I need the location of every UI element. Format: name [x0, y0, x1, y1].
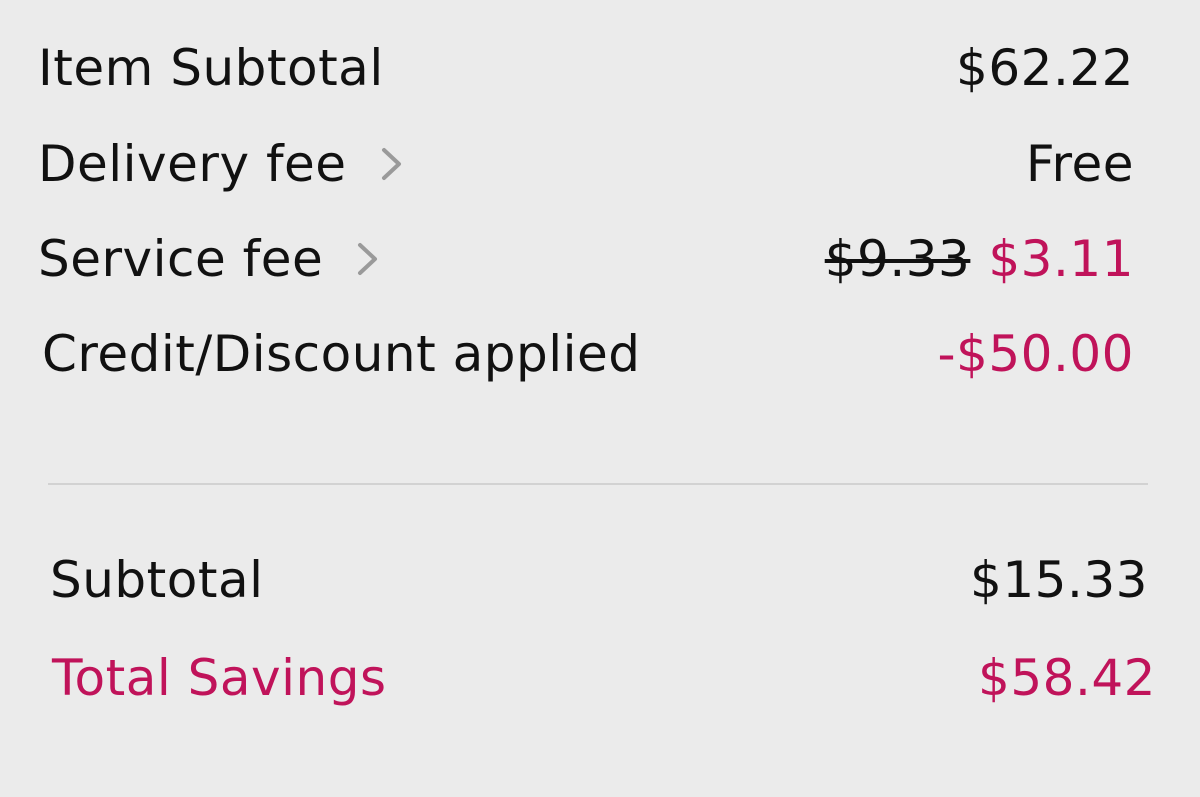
delivery-fee-value: Free	[1025, 135, 1134, 193]
delivery-fee-label-group: Delivery fee	[38, 135, 405, 193]
subtotal-value: $15.33	[970, 551, 1148, 609]
item-subtotal-row: Item Subtotal $62.22	[38, 36, 1134, 100]
item-subtotal-value: $62.22	[956, 39, 1134, 97]
credit-discount-row: Credit/Discount applied -$50.00	[42, 322, 1134, 386]
total-savings-label: Total Savings	[52, 649, 387, 707]
service-fee-label: Service fee	[38, 230, 324, 288]
service-fee-label-group: Service fee	[38, 230, 381, 288]
total-savings-value: $58.42	[978, 649, 1156, 707]
service-fee-value-group: $9.33 $3.11	[825, 230, 1134, 288]
credit-discount-value: -$50.00	[937, 325, 1134, 383]
item-subtotal-label: Item Subtotal	[38, 39, 384, 97]
subtotal-row: Subtotal $15.33	[50, 548, 1148, 612]
credit-discount-label: Credit/Discount applied	[42, 325, 641, 383]
service-fee-discounted-value: $3.11	[988, 230, 1134, 288]
order-summary: Item Subtotal $62.22 Delivery fee Free S…	[0, 0, 1200, 797]
delivery-fee-label: Delivery fee	[38, 135, 347, 193]
chevron-right-icon[interactable]	[355, 239, 381, 279]
delivery-fee-row[interactable]: Delivery fee Free	[38, 132, 1134, 196]
chevron-right-icon[interactable]	[379, 144, 405, 184]
chevron-right-icon-svg	[381, 148, 401, 180]
subtotal-label: Subtotal	[50, 551, 264, 609]
summary-divider	[48, 483, 1148, 485]
service-fee-row[interactable]: Service fee $9.33 $3.11	[38, 227, 1134, 291]
service-fee-original-value: $9.33	[824, 230, 971, 288]
total-savings-row: Total Savings $58.42	[52, 646, 1156, 710]
chevron-right-icon-svg	[358, 243, 378, 275]
